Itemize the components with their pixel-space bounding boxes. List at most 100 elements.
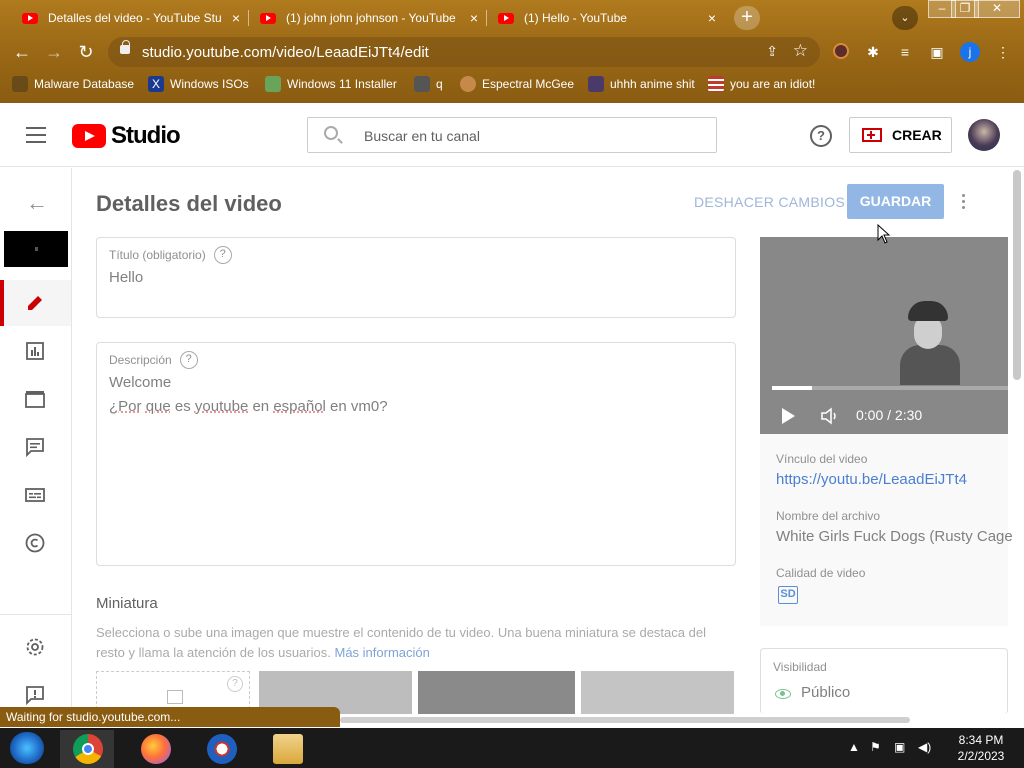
tab-title: (1) john john johnson - YouTube bbox=[286, 11, 456, 25]
tray-overflow-icon[interactable]: ▲ bbox=[848, 740, 860, 754]
video-mini-thumbnail[interactable] bbox=[4, 231, 68, 267]
tab-separator bbox=[248, 10, 249, 26]
title-field-label: Título (obligatorio) bbox=[109, 248, 206, 262]
thumbnail-heading: Miniatura bbox=[96, 595, 158, 612]
description-word: en bbox=[252, 398, 270, 415]
title-field[interactable]: Título (obligatorio)? Hello bbox=[96, 237, 736, 318]
main-content: Detalles del video DESHACER CAMBIOS GUAR… bbox=[72, 168, 1013, 714]
video-link[interactable]: https://youtu.be/LeaadEiJTt4 bbox=[776, 471, 967, 488]
chrome-menu-icon[interactable]: ⋮ bbox=[994, 43, 1012, 61]
taskbar-firefox[interactable] bbox=[128, 730, 182, 768]
comments-icon[interactable] bbox=[24, 436, 46, 458]
bookmark-flag-icon bbox=[708, 76, 724, 92]
description-field[interactable]: Descripción? Welcome ¿Por que es youtube… bbox=[96, 342, 736, 566]
action-center-flag-icon[interactable]: ⚑ bbox=[870, 740, 881, 754]
tab-john[interactable]: (1) john john johnson - YouTube × bbox=[252, 4, 484, 32]
create-button[interactable]: CREAR bbox=[849, 117, 952, 153]
title-field-label-row: Título (obligatorio)? bbox=[109, 246, 232, 264]
side-panel-icon[interactable]: ▣ bbox=[928, 43, 946, 61]
close-window-button[interactable]: ✕ bbox=[974, 0, 1020, 18]
media-queue-icon[interactable]: ≡ bbox=[896, 43, 914, 61]
channel-search-input[interactable]: Buscar en tu canal bbox=[307, 117, 717, 153]
lock-icon[interactable] bbox=[120, 40, 130, 54]
network-icon[interactable]: ▣ bbox=[894, 740, 905, 754]
studio-header: Studio Buscar en tu canal ? CREAR bbox=[0, 103, 1024, 167]
back-to-content-icon[interactable]: ← bbox=[26, 190, 48, 216]
subtitles-icon[interactable] bbox=[24, 484, 46, 506]
volume-tray-icon[interactable]: ◀) bbox=[918, 740, 931, 754]
bookmark-item[interactable]: X Windows ISOs bbox=[148, 76, 249, 92]
visibility-field[interactable]: Visibilidad Público bbox=[760, 648, 1008, 714]
bookmark-item[interactable]: Espectral McGee bbox=[460, 76, 574, 92]
back-icon[interactable]: ← bbox=[10, 40, 34, 64]
extensions-puzzle-icon[interactable]: ✱ bbox=[864, 43, 882, 61]
description-word: español bbox=[273, 398, 326, 415]
menu-hamburger-icon[interactable] bbox=[26, 127, 46, 143]
clock-date: 2/2/2023 bbox=[957, 749, 1005, 763]
tab-title: (1) Hello - YouTube bbox=[524, 11, 627, 25]
learn-more-link[interactable]: Más información bbox=[334, 645, 429, 660]
new-tab-button[interactable]: + bbox=[734, 6, 760, 30]
bookmark-star-icon[interactable]: ☆ bbox=[793, 41, 808, 61]
tab-close-icon[interactable]: × bbox=[232, 10, 240, 26]
reload-icon[interactable]: ↻ bbox=[74, 40, 98, 64]
volume-icon[interactable] bbox=[820, 407, 840, 425]
tab-search-button[interactable]: ⌄ bbox=[892, 6, 918, 30]
description-line-2[interactable]: ¿Por que es youtube en español en vm0? bbox=[109, 398, 388, 415]
play-icon[interactable] bbox=[782, 408, 795, 424]
profile-avatar-icon[interactable]: j bbox=[960, 42, 980, 62]
taskbar-chrome[interactable] bbox=[60, 730, 114, 768]
forward-icon[interactable]: → bbox=[42, 40, 66, 64]
save-button[interactable]: GUARDAR bbox=[847, 184, 944, 219]
taskbar-app-3[interactable] bbox=[194, 730, 248, 768]
horizontal-scrollbar[interactable] bbox=[340, 717, 910, 723]
video-player[interactable]: 0:00 / 2:30 bbox=[760, 237, 1008, 434]
bookmark-item[interactable]: q bbox=[414, 76, 443, 92]
help-icon[interactable]: ? bbox=[227, 676, 243, 692]
create-label: CREAR bbox=[892, 127, 942, 143]
settings-gear-icon[interactable] bbox=[24, 636, 46, 658]
bookmark-item[interactable]: uhhh anime shit bbox=[588, 76, 695, 92]
help-icon[interactable]: ? bbox=[213, 246, 232, 264]
taskbar-explorer[interactable] bbox=[260, 730, 314, 768]
extension-avatar-icon[interactable] bbox=[832, 43, 850, 61]
tab-studio[interactable]: Detalles del video - YouTube Stu × bbox=[14, 4, 246, 32]
clock-time: 8:34 PM bbox=[958, 733, 1004, 747]
help-icon[interactable]: ? bbox=[810, 125, 832, 147]
page-title: Detalles del video bbox=[96, 191, 282, 216]
account-avatar[interactable] bbox=[968, 119, 1000, 151]
more-options-icon[interactable] bbox=[962, 194, 966, 212]
tab-hello[interactable]: (1) Hello - YouTube × bbox=[490, 4, 722, 32]
help-icon[interactable]: ? bbox=[179, 351, 198, 369]
system-clock[interactable]: 8:34 PM 2/2/2023 bbox=[946, 732, 1016, 764]
search-icon[interactable] bbox=[324, 126, 338, 140]
bookmark-label: q bbox=[436, 77, 443, 91]
feedback-icon[interactable] bbox=[24, 684, 46, 706]
analytics-icon[interactable] bbox=[24, 340, 46, 362]
bookmark-item[interactable]: you are an idiot! bbox=[708, 76, 815, 92]
undo-changes-button[interactable]: DESHACER CAMBIOS bbox=[694, 194, 845, 210]
share-icon[interactable]: ⇪ bbox=[766, 43, 778, 60]
vertical-scrollbar[interactable] bbox=[1013, 170, 1021, 380]
studio-logo[interactable]: Studio bbox=[72, 122, 181, 150]
address-url[interactable]: studio.youtube.com/video/LeaadEiJTt4/edi… bbox=[142, 44, 429, 61]
visibility-label: Visibilidad bbox=[773, 660, 827, 674]
details-pencil-icon[interactable] bbox=[24, 292, 46, 314]
description-line-1[interactable]: Welcome bbox=[109, 374, 171, 391]
app-logo-icon bbox=[207, 734, 237, 764]
video-frame-figure bbox=[900, 287, 960, 385]
tab-close-icon[interactable]: × bbox=[708, 10, 716, 26]
editor-clapper-icon[interactable] bbox=[24, 388, 46, 410]
title-value[interactable]: Hello bbox=[109, 269, 143, 286]
bookmark-item[interactable]: Windows 11 Installer bbox=[265, 76, 397, 92]
bookmark-item[interactable]: Malware Database bbox=[12, 76, 134, 92]
video-timecode: 0:00 / 2:30 bbox=[856, 407, 923, 423]
start-button[interactable] bbox=[10, 732, 44, 764]
tab-close-icon[interactable]: × bbox=[470, 10, 478, 26]
description-field-label-row: Descripción? bbox=[109, 351, 198, 369]
address-bar[interactable]: studio.youtube.com/video/LeaadEiJTt4/edi… bbox=[108, 37, 820, 67]
thumbnail-option[interactable] bbox=[418, 671, 575, 714]
thumbnail-option[interactable] bbox=[581, 671, 734, 714]
copyright-icon[interactable] bbox=[24, 532, 46, 554]
description-word: ¿Por bbox=[109, 398, 142, 415]
